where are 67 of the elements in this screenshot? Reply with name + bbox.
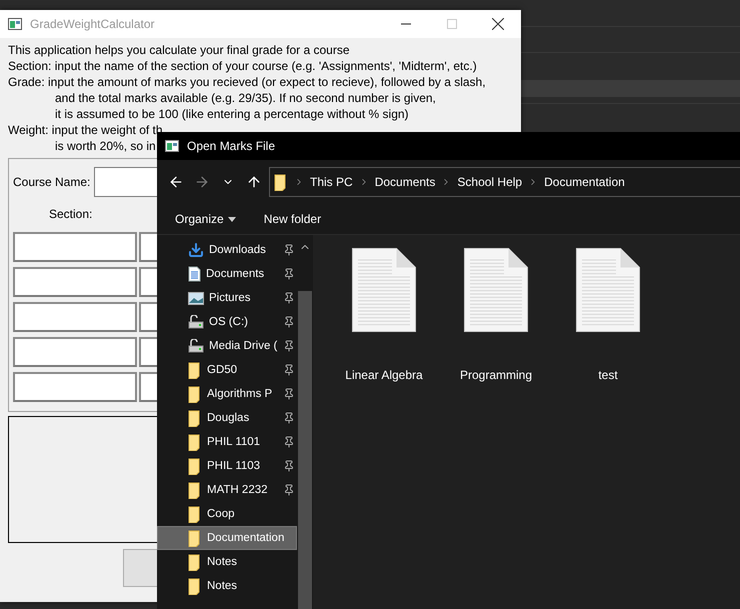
folder-icon (188, 506, 202, 522)
nav-item[interactable]: GD50 (157, 358, 297, 382)
folder-icon (188, 554, 202, 570)
nav-item[interactable]: OS (C:) (157, 310, 297, 334)
back-icon (168, 174, 184, 190)
file-name[interactable]: test (598, 368, 618, 382)
document-icon[interactable] (576, 248, 640, 332)
folder-icon (188, 386, 202, 402)
close-icon (492, 18, 504, 30)
breadcrumb-link[interactable]: Documents (374, 175, 436, 189)
folder-icon (188, 482, 202, 498)
breadcrumb-link[interactable]: School Help (457, 175, 522, 189)
instruction-text: and the total marks available (e.g. 29/35). If no second number is given, (55, 90, 436, 106)
folder-icon (188, 578, 202, 594)
nav-item[interactable]: Downloads (157, 238, 297, 262)
nav-item[interactable]: Notes (157, 574, 297, 598)
address-bar[interactable]: This PC Documents School Help Documentation (269, 167, 740, 197)
instruction-text: This application helps you calculate your final grade for a course (8, 42, 350, 58)
app-icon (8, 18, 22, 30)
folder-icon (188, 530, 202, 546)
instruction-text: it is assumed to be 100 (like entering a percentage without % sign) (55, 106, 409, 122)
maximize-icon (447, 19, 457, 29)
document-icon (188, 266, 201, 282)
nav-item[interactable]: Notes (157, 550, 297, 574)
nav-item[interactable]: Douglas (157, 406, 297, 430)
entry-field[interactable] (13, 337, 137, 367)
document-icon[interactable] (464, 248, 528, 332)
entry-field[interactable] (13, 232, 137, 262)
dialog-title: Open Marks File (187, 139, 276, 153)
nav-item[interactable]: Coop (157, 502, 297, 526)
folder-icon (188, 434, 202, 450)
folder-icon (188, 362, 202, 378)
caret-icon (228, 216, 236, 222)
nav-item[interactable]: Documentation (157, 526, 297, 550)
breadcrumb-link[interactable]: This PC (310, 175, 353, 189)
download-icon (188, 242, 204, 258)
drive-icon (188, 339, 204, 353)
breadcrumb-link[interactable]: Documentation (544, 175, 625, 189)
app-icon (165, 140, 179, 152)
instruction-text: Grade: input the amount of marks you recieved (or expect to recieve), followed by a slash, (8, 74, 486, 90)
entry-field[interactable] (13, 302, 137, 332)
file-name[interactable]: Linear Algebra (345, 368, 423, 382)
nav-item[interactable]: Media Drive ( (157, 334, 297, 358)
forward-icon (194, 174, 210, 190)
nav-item[interactable]: PHIL 1101 (157, 430, 297, 454)
entry-field[interactable] (13, 267, 137, 297)
document-icon[interactable] (352, 248, 416, 332)
drive-icon (188, 315, 204, 329)
entry-field[interactable] (13, 372, 137, 402)
nav-item[interactable]: Algorithms P (157, 382, 297, 406)
nav-item[interactable]: Pictures (157, 286, 297, 310)
file-name[interactable]: Programming (460, 368, 532, 382)
scrollbar-thumb[interactable] (298, 291, 312, 609)
folder-icon (274, 174, 288, 190)
course-name-label: Course Name: (13, 175, 90, 189)
window-title: GradeWeightCalculator (30, 17, 156, 31)
picture-icon (188, 292, 204, 304)
folder-icon (188, 410, 202, 426)
nav-item[interactable]: PHIL 1103 (157, 454, 297, 478)
new-folder-button[interactable]: New folder (264, 212, 322, 226)
instruction-text: is worth 20%, so in (55, 138, 156, 154)
nav-item[interactable]: MATH 2232 (157, 478, 297, 502)
folder-icon (188, 458, 202, 474)
instruction-text: Section: input the name of the section of your course (e.g. 'Assignments', 'Midterm', etc.) (8, 58, 477, 74)
nav-item[interactable]: Documents (157, 262, 297, 286)
section-label: Section: (49, 207, 92, 221)
organize-menu[interactable]: Organize (175, 212, 236, 226)
